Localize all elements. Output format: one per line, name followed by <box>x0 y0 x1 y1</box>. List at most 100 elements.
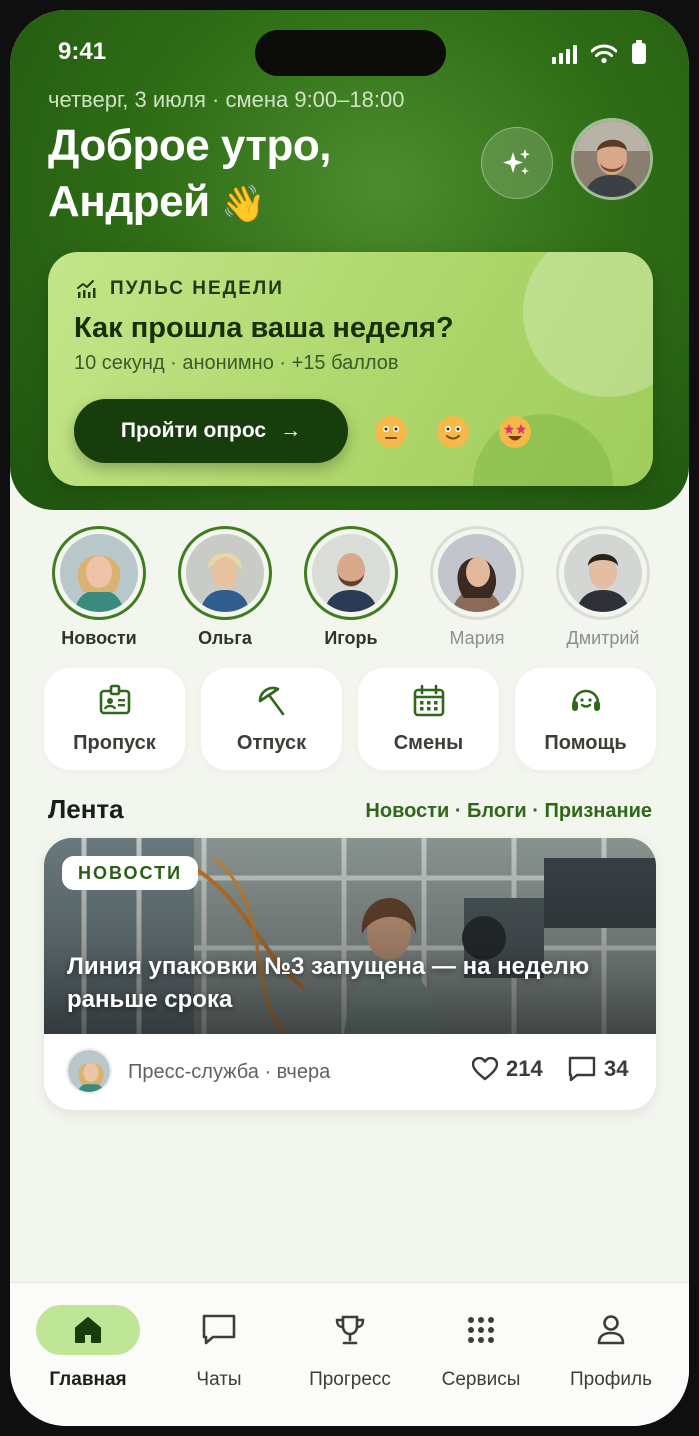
heart-icon <box>472 1057 498 1081</box>
nav-label: Главная <box>49 1369 127 1390</box>
story-name: Новости <box>61 628 137 648</box>
quick-action-label: Смены <box>393 731 464 754</box>
user-avatar-button[interactable] <box>571 118 653 200</box>
quick-action-help[interactable]: Помощь <box>515 668 656 770</box>
status-bar: 9:41 <box>10 10 689 90</box>
date-shift-line: четверг, 3 июля · смена 9:00–18:00 <box>48 87 405 112</box>
story-avatar <box>564 534 642 612</box>
nav-chats[interactable]: Чаты <box>154 1305 284 1391</box>
nav-label: Сервисы <box>441 1369 521 1390</box>
greeting: Доброе утро, Андрей 👋 <box>48 118 331 232</box>
take-survey-label: Пройти опрос <box>120 419 267 442</box>
emoji-smile-icon[interactable] <box>436 415 470 449</box>
story-name: Игорь <box>324 628 378 648</box>
home-icon <box>75 1317 101 1343</box>
story-name: Мария <box>449 628 505 648</box>
sparkle-icon <box>503 149 530 175</box>
comment-count: 34 <box>604 1056 629 1081</box>
news-image: НОВОСТИ Линия упаковки №3 запущена — на … <box>44 838 656 1034</box>
calendar-icon <box>413 684 444 716</box>
greeting-name: Андрей <box>48 177 210 226</box>
comment-icon <box>568 1056 596 1082</box>
arrow-right-icon: → <box>280 419 302 442</box>
story-ring <box>430 526 524 620</box>
story-ring <box>178 526 272 620</box>
story-olga[interactable]: Ольга <box>170 526 280 649</box>
story-ring <box>304 526 398 620</box>
nav-pill <box>429 1305 533 1355</box>
nav-progress[interactable]: Прогресс <box>285 1305 415 1391</box>
story-ring <box>556 526 650 620</box>
news-meta: Пресс-служба · вчера 214 34 <box>44 1034 656 1110</box>
story-ring <box>52 526 146 620</box>
pulse-label: ПУЛЬС НЕДЕЛИ <box>76 278 284 300</box>
battery-icon <box>632 40 646 64</box>
nav-label: Чаты <box>196 1369 242 1390</box>
trophy-icon <box>335 1315 365 1345</box>
stories-row: Новости Ольга Игорь Мария Дмитрий <box>44 526 664 656</box>
comment-button[interactable]: 34 <box>568 1056 628 1082</box>
nav-label: Профиль <box>569 1369 653 1390</box>
header: 9:41 четверг, 3 июля · смена 9:00–18:00 <box>10 10 689 510</box>
news-author: Пресс-служба · вчера <box>128 1061 331 1083</box>
chat-icon <box>202 1314 236 1345</box>
status-icons <box>552 40 647 64</box>
nav-pill <box>298 1305 402 1355</box>
story-dmitry[interactable]: Дмитрий <box>548 526 658 649</box>
feed-title: Лента <box>48 794 124 824</box>
wifi-icon <box>591 44 617 64</box>
signal-icon <box>552 44 577 64</box>
quick-actions: Пропуск Отпуск Смены Помощь <box>44 668 656 770</box>
umbrella-icon <box>258 686 284 715</box>
story-maria[interactable]: Мария <box>422 526 532 649</box>
news-category-badge: НОВОСТИ <box>62 856 199 890</box>
quick-action-vacation[interactable]: Отпуск <box>201 668 342 770</box>
badge-icon <box>99 684 130 714</box>
activity-chart-icon <box>77 280 96 298</box>
take-survey-button[interactable]: Пройти опрос → <box>74 399 348 463</box>
greeting-line-1: Доброе утро, <box>48 121 331 170</box>
like-button[interactable]: 214 <box>472 1056 543 1082</box>
phone-screen: 9:41 четверг, 3 июля · смена 9:00–18:00 <box>10 10 689 1426</box>
nav-pill <box>559 1305 663 1355</box>
weekly-pulse-card: ПУЛЬС НЕДЕЛИ Как прошла ваша неделя? 10 … <box>48 252 653 486</box>
emoji-star-struck-icon[interactable] <box>498 415 532 449</box>
quick-action-pass[interactable]: Пропуск <box>44 668 185 770</box>
news-headline: Линия упаковки №3 запущена — на неделю р… <box>67 953 590 1013</box>
pulse-subtitle: 10 секунд · анонимно · +15 баллов <box>74 352 399 374</box>
avatar <box>574 121 650 197</box>
nav-profile[interactable]: Профиль <box>546 1305 676 1391</box>
quick-action-label: Отпуск <box>236 731 307 754</box>
story-news[interactable]: Новости <box>44 526 154 649</box>
status-time: 9:41 <box>58 38 107 65</box>
story-name: Дмитрий <box>566 628 640 648</box>
headset-icon <box>571 689 600 711</box>
ai-assistant-button[interactable] <box>481 127 553 199</box>
quick-action-shifts[interactable]: Смены <box>358 668 499 770</box>
nav-active-pill <box>36 1305 140 1355</box>
dynamic-island <box>255 30 446 76</box>
like-count: 214 <box>506 1056 543 1081</box>
author-avatar <box>66 1048 112 1094</box>
news-card[interactable]: НОВОСТИ Линия упаковки №3 запущена — на … <box>44 838 656 1110</box>
nav-services[interactable]: Сервисы <box>416 1305 546 1391</box>
wave-emoji-icon: 👋 <box>221 183 266 224</box>
pulse-label-text: ПУЛЬС НЕДЕЛИ <box>110 278 284 299</box>
profile-icon <box>597 1315 625 1345</box>
quick-action-label: Помощь <box>544 731 627 754</box>
nav-pill <box>167 1305 271 1355</box>
story-igor[interactable]: Игорь <box>296 526 406 649</box>
story-avatar <box>312 534 390 612</box>
nav-home[interactable]: Главная <box>23 1305 153 1391</box>
decorative-circle <box>523 252 653 397</box>
decorative-circle <box>473 414 613 486</box>
nav-label: Прогресс <box>309 1369 391 1390</box>
bottom-navigation: Главная Чаты Прогресс Сервисы Профиль <box>10 1282 689 1426</box>
story-name: Ольга <box>198 628 252 648</box>
grid-icon <box>468 1317 494 1343</box>
story-avatar <box>438 534 516 612</box>
feed-filter-tabs[interactable]: Новости · Блоги · Признание <box>365 800 652 823</box>
quick-action-label: Пропуск <box>73 731 156 754</box>
pulse-title: Как прошла ваша неделя? <box>74 312 454 344</box>
emoji-neutral-icon[interactable] <box>374 415 408 449</box>
